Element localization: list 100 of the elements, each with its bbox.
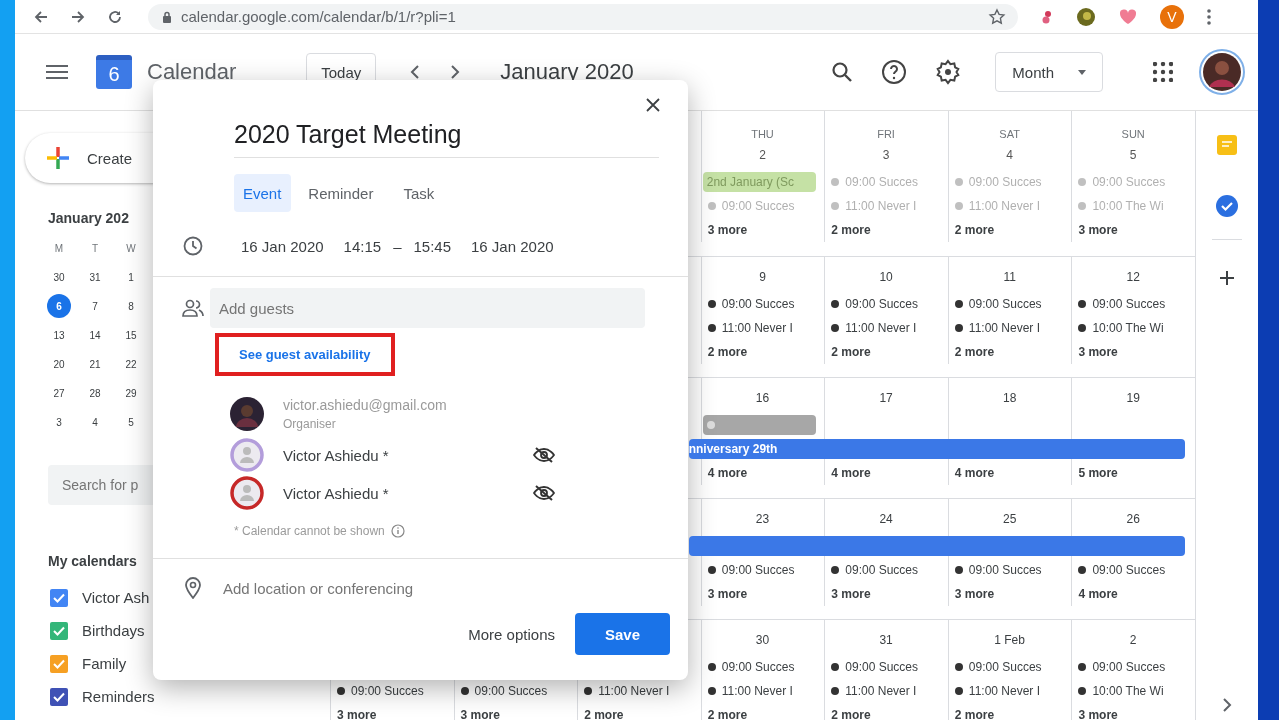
day-number[interactable]: 31 bbox=[879, 633, 893, 647]
day-number[interactable]: 1 Feb bbox=[994, 633, 1025, 647]
checkbox[interactable] bbox=[50, 621, 68, 640]
back-icon[interactable] bbox=[33, 8, 49, 25]
extension-icon[interactable] bbox=[1076, 6, 1096, 27]
more-link[interactable]: 4 more bbox=[1078, 587, 1195, 601]
day-number[interactable]: 17 bbox=[879, 391, 893, 405]
checkbox[interactable] bbox=[50, 654, 68, 673]
day-number[interactable]: 23 bbox=[755, 512, 770, 526]
more-link[interactable]: 4 more bbox=[831, 466, 948, 480]
info-icon[interactable] bbox=[390, 524, 405, 538]
start-time[interactable]: 14:15 bbox=[343, 237, 382, 255]
day-number[interactable]: 24 bbox=[879, 512, 893, 526]
more-link[interactable]: 3 more bbox=[1078, 708, 1195, 720]
mini-calendar-day[interactable]: 20 bbox=[47, 352, 71, 376]
event-item[interactable]: 09:00 Succes bbox=[954, 297, 1072, 311]
event-item[interactable]: 09:00 Succes bbox=[831, 563, 948, 577]
more-link[interactable]: 2 more bbox=[954, 708, 1072, 720]
more-link[interactable]: 2 more bbox=[584, 708, 701, 720]
plus-icon[interactable] bbox=[1219, 270, 1235, 286]
more-link[interactable]: 4 more bbox=[707, 466, 825, 480]
day-number[interactable]: 10 bbox=[879, 270, 893, 284]
day-number[interactable]: 12 bbox=[1126, 270, 1140, 284]
day-number[interactable]: 9 bbox=[759, 270, 766, 284]
eye-off-icon[interactable] bbox=[533, 446, 555, 464]
more-link[interactable]: 3 more bbox=[707, 223, 825, 237]
more-link[interactable]: 2 more bbox=[707, 708, 825, 720]
more-link[interactable]: 2 more bbox=[831, 345, 948, 359]
more-link[interactable]: 2 more bbox=[954, 223, 1072, 237]
event-title-field[interactable]: 2020 Target Meeting bbox=[234, 120, 659, 158]
chevron-right-icon[interactable] bbox=[1222, 698, 1232, 712]
help-icon[interactable] bbox=[881, 59, 908, 85]
more-link[interactable]: 3 more bbox=[707, 587, 825, 601]
mini-calendar-day[interactable]: 21 bbox=[83, 352, 107, 376]
mini-calendar-day[interactable]: 8 bbox=[119, 294, 143, 318]
apps-icon[interactable] bbox=[1153, 62, 1173, 82]
end-date[interactable]: 16 Jan 2020 bbox=[471, 237, 554, 255]
event-item[interactable]: 11:00 Never I bbox=[707, 684, 825, 698]
more-link[interactable]: 5 more bbox=[1078, 466, 1195, 480]
mini-calendar-day[interactable]: 6 bbox=[47, 294, 71, 318]
event-item[interactable]: 10:00 The Wi bbox=[1078, 684, 1195, 698]
mini-calendar-day[interactable]: 1 bbox=[119, 265, 143, 289]
more-link[interactable]: 3 more bbox=[831, 587, 948, 601]
more-link[interactable]: 2 more bbox=[831, 223, 948, 237]
event-item[interactable]: 09:00 Succes bbox=[1078, 660, 1195, 674]
day-number[interactable]: 2 bbox=[1129, 633, 1137, 647]
mini-calendar-day[interactable]: 7 bbox=[83, 294, 107, 318]
check-circle-icon[interactable] bbox=[1216, 195, 1238, 217]
event-item[interactable]: 11:00 Never I bbox=[954, 684, 1072, 698]
address-bar[interactable]: calendar.google.com/calendar/b/1/r?pli=1 bbox=[148, 3, 1018, 30]
event-item[interactable]: 11:00 Never I bbox=[831, 321, 948, 335]
day-number[interactable]: 4 bbox=[1006, 148, 1013, 162]
start-date[interactable]: 16 Jan 2020 bbox=[241, 237, 324, 255]
mini-calendar-day[interactable]: 13 bbox=[47, 323, 71, 347]
day-number[interactable]: 3 bbox=[882, 148, 890, 162]
event-item[interactable]: 09:00 Succes bbox=[831, 297, 948, 311]
day-number[interactable]: 26 bbox=[1126, 512, 1140, 526]
day-number[interactable]: 5 bbox=[1129, 148, 1137, 162]
menu-icon[interactable] bbox=[1206, 7, 1212, 26]
mini-calendar-day[interactable]: 4 bbox=[83, 410, 107, 434]
event-item[interactable]: 09:00 Succes bbox=[1078, 297, 1195, 311]
day-number[interactable]: 11 bbox=[1003, 270, 1016, 284]
event-type-tab[interactable]: Reminder bbox=[295, 174, 387, 212]
mini-calendar-day[interactable]: 15 bbox=[119, 323, 143, 347]
more-link[interactable]: 2 more bbox=[707, 345, 825, 359]
settings-icon[interactable] bbox=[935, 59, 962, 85]
more-link[interactable]: 3 more bbox=[460, 708, 578, 720]
reload-icon[interactable] bbox=[107, 8, 123, 25]
save-button[interactable]: Save bbox=[575, 613, 670, 655]
mini-calendar-day[interactable]: 22 bbox=[119, 352, 143, 376]
day-number[interactable]: 30 bbox=[755, 633, 770, 647]
event-item[interactable]: 09:00 Succes bbox=[1078, 563, 1195, 577]
event-item[interactable]: 09:00 Succes bbox=[460, 684, 578, 698]
mini-calendar-day[interactable]: 5 bbox=[119, 410, 143, 434]
checkbox[interactable] bbox=[50, 687, 68, 706]
mini-calendar-day[interactable]: 28 bbox=[83, 381, 107, 405]
more-link[interactable]: 3 more bbox=[1078, 345, 1195, 359]
mini-calendar-day[interactable]: 31 bbox=[83, 265, 107, 289]
eye-off-icon[interactable] bbox=[533, 484, 555, 502]
event-type-tab[interactable]: Task bbox=[390, 174, 448, 212]
chevron-left-icon[interactable] bbox=[410, 65, 421, 79]
mini-calendar-day[interactable]: 30 bbox=[47, 265, 71, 289]
chevron-right-icon[interactable] bbox=[450, 65, 461, 79]
event-item[interactable]: 11:00 Never I bbox=[707, 321, 825, 335]
menu-icon[interactable] bbox=[46, 64, 68, 80]
event-item[interactable]: 09:00 Succes bbox=[954, 660, 1072, 674]
add-guests-field[interactable]: Add guests bbox=[210, 288, 645, 328]
day-number[interactable]: 16 bbox=[755, 391, 770, 405]
mini-calendar-day[interactable]: 3 bbox=[47, 410, 71, 434]
event-type-tab[interactable]: Event bbox=[234, 174, 292, 212]
event-item[interactable]: 10:00 The Wi bbox=[1078, 321, 1195, 335]
account-avatar[interactable] bbox=[1199, 49, 1245, 95]
mini-calendar-day[interactable]: 27 bbox=[47, 381, 71, 405]
more-link[interactable]: 3 more bbox=[337, 708, 454, 720]
more-link[interactable]: 3 more bbox=[954, 587, 1072, 601]
guest-availability-link[interactable]: See guest availability bbox=[215, 333, 395, 376]
view-dropdown[interactable]: Month bbox=[995, 52, 1103, 92]
multi-day-event[interactable]: nniversary 29th bbox=[688, 439, 1185, 459]
day-number[interactable]: 18 bbox=[1002, 391, 1017, 405]
event-item[interactable]: 11:00 Never I bbox=[831, 684, 948, 698]
